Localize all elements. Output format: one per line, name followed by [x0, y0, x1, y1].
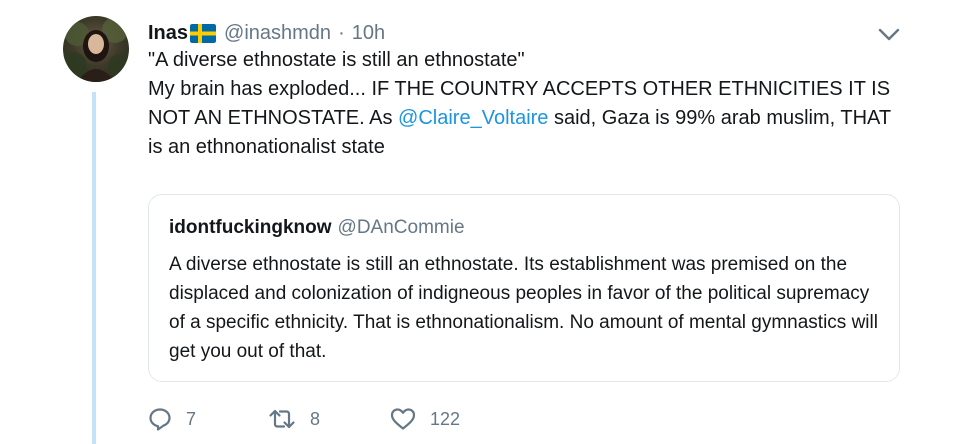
heart-icon: [390, 408, 416, 430]
mention-link[interactable]: @Claire_Voltaire: [398, 107, 548, 129]
swedish-flag-icon: [190, 23, 217, 43]
tweet-actions: 7 8 122: [148, 402, 548, 436]
author-handle[interactable]: @inashmdn: [224, 22, 331, 45]
tweet-timestamp[interactable]: 10h: [352, 22, 385, 45]
retweet-button[interactable]: 8: [268, 402, 320, 436]
quoted-tweet-header: idontfuckingknow @DAnCommie: [169, 217, 465, 239]
quoted-author-handle: @DAnCommie: [337, 217, 465, 238]
tweet-text: "A diverse ethnostate is still an ethnos…: [148, 46, 908, 162]
header-separator: ·: [338, 21, 345, 44]
reply-button[interactable]: 7: [148, 402, 196, 436]
chevron-down-icon[interactable]: [874, 22, 904, 46]
reply-count: 7: [186, 408, 197, 429]
quoted-author-display-name: idontfuckingknow: [169, 217, 332, 238]
retweet-icon: [269, 409, 295, 429]
quoted-tweet-card[interactable]: idontfuckingknow @DAnCommie A diverse eth…: [148, 194, 900, 382]
like-button[interactable]: 122: [390, 402, 460, 436]
author-display-name[interactable]: Inas: [148, 22, 188, 45]
retweet-count: 8: [310, 408, 321, 429]
quoted-tweet-text: A diverse ethnostate is still an ethnost…: [169, 254, 878, 362]
reply-icon: [149, 408, 171, 431]
tweet-body: My brain has exploded... IF THE COUNTRY …: [148, 75, 908, 162]
avatar[interactable]: [63, 16, 129, 82]
tweet-quote-line: "A diverse ethnostate is still an ethnos…: [148, 49, 525, 71]
tweet-header: Inas @inashmdn · 10h: [148, 18, 385, 48]
like-count: 122: [430, 408, 461, 429]
thread-connector-line: [92, 92, 96, 444]
